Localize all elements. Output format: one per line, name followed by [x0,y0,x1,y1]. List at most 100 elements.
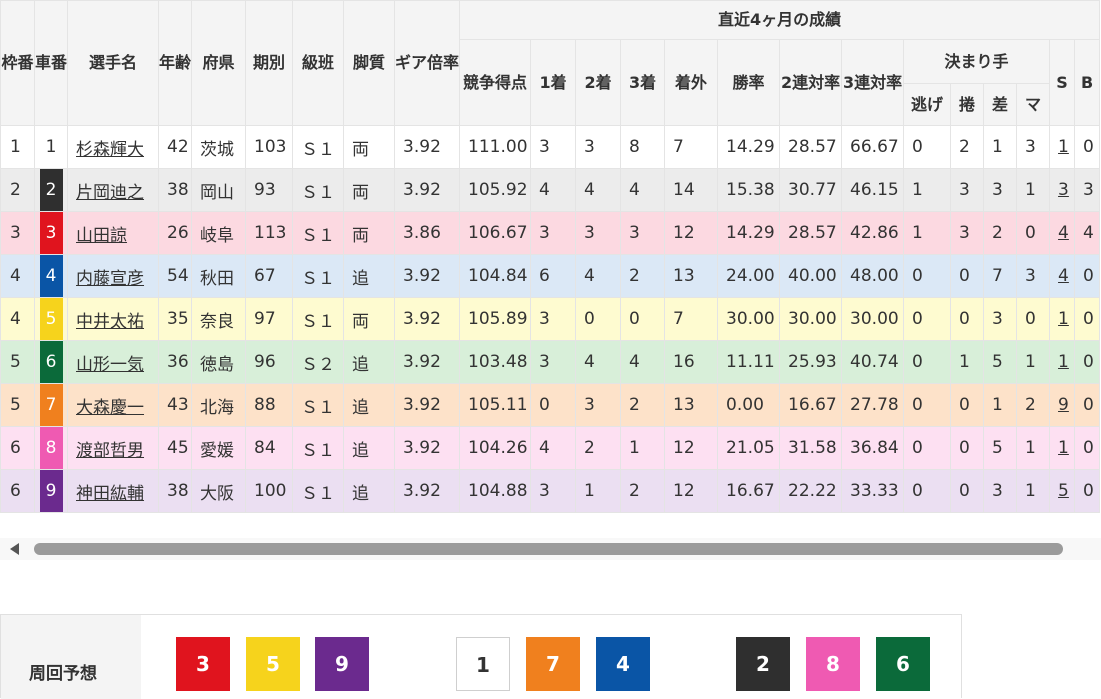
forecast-car-box: 3 [176,637,230,691]
out-cell: 7 [664,297,719,341]
forecast-car-box: 6 [876,637,930,691]
s-cell: 1 [1049,426,1076,470]
second-cell: 3 [575,211,622,255]
nige-cell: 0 [903,340,952,384]
third-cell: 3 [620,211,666,255]
third-cell: 4 [620,168,666,212]
quinella-cell: 30.77 [779,168,843,212]
table-row: 6 8 渡部哲男 45 愛媛 84 Ｓ１ 追 3.92 104.26 4 2 1 12 21.05 31.58… [0,426,1101,470]
mark-cell: 1 [1016,426,1051,470]
second-cell: 0 [575,297,622,341]
car-number-badge: 6 [39,341,63,383]
makuri-cell: 0 [950,254,985,298]
quinella-cell: 28.57 [779,125,843,169]
term-cell: 96 [245,340,294,384]
header-style: 脚質 [343,0,396,126]
car-number-badge: 7 [39,384,63,426]
score-cell: 105.92 [459,168,532,212]
s-count-link[interactable]: 9 [1058,395,1069,415]
term-cell: 97 [245,297,294,341]
makuri-cell: 0 [950,469,985,513]
forecast-car-box: 4 [596,637,650,691]
s-count-link[interactable]: 1 [1058,352,1069,372]
racer-name-link[interactable]: 山形一気 [76,355,144,375]
racer-name-link[interactable]: 内藤宣彦 [76,269,144,289]
win-cell: 24.00 [717,254,781,298]
pref-cell: 北海 [191,383,247,427]
quinella-cell: 31.58 [779,426,843,470]
nige-cell: 0 [903,469,952,513]
first-cell: 3 [530,340,577,384]
class-cell: Ｓ１ [292,297,345,341]
gear-cell: 3.92 [394,340,461,384]
third-cell: 8 [620,125,666,169]
score-cell: 103.48 [459,340,532,384]
sashi-cell: 5 [983,340,1018,384]
racer-name-cell: 神田紘輔 [67,469,160,513]
win-cell: 14.29 [717,125,781,169]
nige-cell: 1 [903,211,952,255]
pref-cell: 徳島 [191,340,247,384]
makuri-cell: 0 [950,383,985,427]
header-second: 2着 [575,39,622,126]
pref-cell: 茨城 [191,125,247,169]
style-cell: 両 [343,211,396,255]
table-row: 2 2 片岡迪之 38 岡山 93 Ｓ１ 両 3.92 105.92 4 4 4 14 15.38 30.77… [0,168,1101,212]
third-cell: 4 [620,340,666,384]
s-count-link[interactable]: 3 [1058,180,1069,200]
out-cell: 16 [664,340,719,384]
table-row: 1 1 杉森輝大 42 茨城 103 Ｓ１ 両 3.92 111.00 3 3 8 7 14.29 28.57… [0,125,1101,169]
horizontal-scrollbar[interactable] [0,538,1101,560]
racer-name-link[interactable]: 神田紘輔 [76,484,144,504]
out-cell: 12 [664,426,719,470]
first-cell: 0 [530,383,577,427]
second-cell: 4 [575,340,622,384]
gear-cell: 3.92 [394,254,461,298]
style-cell: 追 [343,340,396,384]
style-cell: 追 [343,383,396,427]
mark-cell: 1 [1016,168,1051,212]
racer-name-link[interactable]: 中井太祐 [76,312,144,332]
nige-cell: 0 [903,383,952,427]
racer-name-link[interactable]: 渡部哲男 [76,441,144,461]
gear-cell: 3.92 [394,297,461,341]
style-cell: 両 [343,297,396,341]
s-count-link[interactable]: 4 [1058,266,1069,286]
class-cell: Ｓ１ [292,211,345,255]
s-count-link[interactable]: 1 [1058,438,1069,458]
s-count-link[interactable]: 1 [1058,309,1069,329]
term-cell: 84 [245,426,294,470]
mark-cell: 3 [1016,125,1051,169]
trio-cell: 40.74 [841,340,905,384]
forecast-car-box: 7 [526,637,580,691]
makuri-cell: 1 [950,340,985,384]
s-cell: 9 [1049,383,1076,427]
racer-name-link[interactable]: 杉森輝大 [76,140,144,160]
s-count-link[interactable]: 5 [1058,481,1069,501]
racer-name-link[interactable]: 大森慶一 [76,398,144,418]
scroll-left-arrow-icon[interactable] [10,543,19,555]
racer-name-cell: 片岡迪之 [67,168,160,212]
second-cell: 3 [575,383,622,427]
sashi-cell: 5 [983,426,1018,470]
third-cell: 1 [620,426,666,470]
s-count-link[interactable]: 1 [1058,137,1069,157]
pref-cell: 愛媛 [191,426,247,470]
pref-cell: 大阪 [191,469,247,513]
s-cell: 5 [1049,469,1076,513]
s-count-link[interactable]: 4 [1058,223,1069,243]
win-cell: 15.38 [717,168,781,212]
racer-name-link[interactable]: 山田諒 [76,226,127,246]
forecast-car-box: 9 [315,637,369,691]
b-cell: 0 [1074,340,1101,384]
trio-cell: 46.15 [841,168,905,212]
s-cell: 1 [1049,340,1076,384]
car-number-badge: 8 [39,427,63,469]
scroll-thumb[interactable] [34,543,1063,555]
header-trio: 3連対率 [841,39,905,126]
pref-cell: 岐阜 [191,211,247,255]
forecast-car-box: 8 [806,637,860,691]
nige-cell: 0 [903,254,952,298]
racer-name-link[interactable]: 片岡迪之 [76,183,144,203]
header-age: 年齢 [158,0,193,126]
